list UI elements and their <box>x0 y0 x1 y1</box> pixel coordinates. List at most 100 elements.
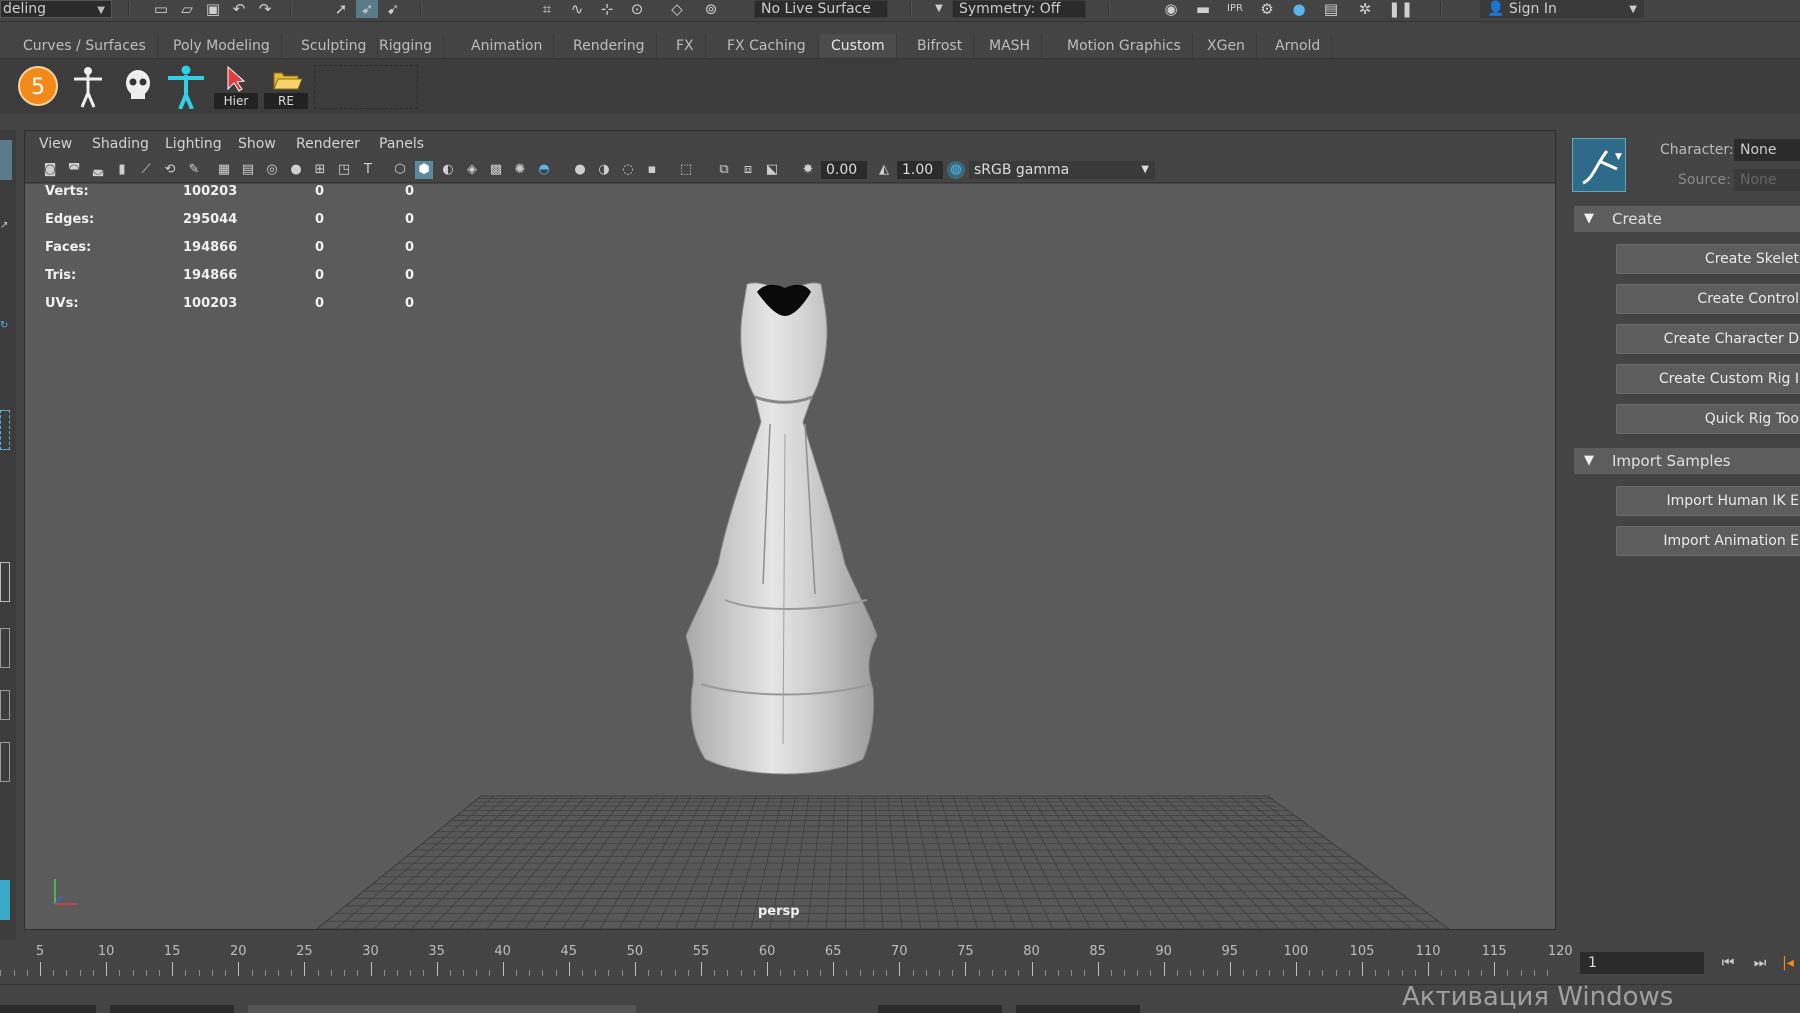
shelf-button-hier[interactable]: Hier <box>214 63 258 109</box>
render-setup-icon[interactable]: ▤ <box>1320 0 1342 18</box>
shelf-tab-xgen[interactable]: XGen <box>1196 34 1257 58</box>
snap-live-icon[interactable]: ⊚ <box>700 0 722 18</box>
camera-attributes-icon[interactable]: ◚ <box>65 161 83 179</box>
textured-icon[interactable]: ▩ <box>487 161 505 179</box>
ipr-render-icon[interactable]: IPR <box>1224 0 1246 18</box>
layout-single-icon[interactable] <box>0 562 10 602</box>
xray-joints-icon[interactable]: ⧈ <box>739 161 757 179</box>
shelf-tab-rendering[interactable]: Rendering <box>562 34 657 58</box>
hik-button-import-animation-e[interactable]: Import Animation E <box>1616 526 1800 556</box>
depth-of-field-icon[interactable]: ▪ <box>643 161 661 179</box>
xray-components-icon[interactable]: ⬕ <box>763 161 781 179</box>
shadows-icon[interactable]: ◓ <box>535 161 553 179</box>
symmetry-field[interactable]: Symmetry: Off <box>952 0 1086 18</box>
select-tool-button[interactable] <box>0 140 12 180</box>
hik-logo-icon[interactable]: ▼ <box>1572 138 1626 192</box>
resolution-gate-icon[interactable]: ◎ <box>263 161 281 179</box>
panel-menu-lighting[interactable]: Lighting <box>165 136 222 152</box>
panel-menu-shading[interactable]: Shading <box>92 136 149 152</box>
isolate-select-icon[interactable]: ⬚ <box>677 161 695 179</box>
chevron-down-icon[interactable]: ▼ <box>928 0 950 18</box>
image-plane-icon[interactable]: ⟋ <box>137 161 155 179</box>
shelf-tab-sculpting[interactable]: Sculpting <box>290 34 379 58</box>
snap-point-icon[interactable]: ⊹ <box>596 0 618 18</box>
hik-button-import-human-ik-e[interactable]: Import Human IK E <box>1616 486 1800 516</box>
dress-model[interactable] <box>685 282 878 775</box>
shelf-button-re[interactable]: RE <box>264 63 308 109</box>
shelf-tab-motion-graphics[interactable]: Motion Graphics <box>1056 34 1193 58</box>
hik-button-create-skelet[interactable]: Create Skelet <box>1616 244 1800 274</box>
exposure-icon[interactable]: ✸ <box>799 161 817 179</box>
start-time-field[interactable] <box>0 1005 96 1013</box>
viewport-persp[interactable]: Verts: 100203 0 0 Edges: 295044 0 0 Faces: 194866… <box>25 184 1555 929</box>
camera-bookmark-icon[interactable]: ◛ <box>89 161 107 179</box>
wireframe-icon[interactable]: ⬡ <box>391 161 409 179</box>
character-dropdown[interactable]: None <box>1734 139 1800 161</box>
safe-action-icon[interactable]: ◳ <box>335 161 353 179</box>
motion-blur-icon[interactable]: ◑ <box>595 161 613 179</box>
shelf-button-skeleton[interactable] <box>66 63 110 109</box>
redo-icon[interactable]: ↷ <box>254 0 276 18</box>
panel-menu-panels[interactable]: Panels <box>379 136 424 152</box>
undo-icon[interactable]: ↶ <box>228 0 250 18</box>
gamma-field[interactable]: 1.00 <box>897 161 943 179</box>
time-slider[interactable]: 5 10 15 20 25 30 35 40 45 50 55 60 65 70 75 80 85 90 95 100… <box>0 940 1573 982</box>
shelf-tab-poly-modeling[interactable]: Poly Modeling <box>162 34 282 58</box>
render-frame-icon[interactable]: ▬ <box>1192 0 1214 18</box>
shelf-tab-animation[interactable]: Animation <box>460 34 555 58</box>
snap-view-plane-icon[interactable]: ◇ <box>666 0 688 18</box>
save-scene-icon[interactable]: ▣ <box>202 0 224 18</box>
panel-menu-view[interactable]: View <box>39 136 72 152</box>
live-surface-field[interactable]: No Live Surface <box>754 0 888 18</box>
panel-menu-show[interactable]: Show <box>238 136 276 152</box>
layout-outliner-icon[interactable] <box>0 742 10 782</box>
shelf-tab-custom[interactable]: Custom <box>820 34 897 58</box>
field-chart-icon[interactable]: ⊞ <box>311 161 329 179</box>
range-bar[interactable] <box>248 1005 636 1013</box>
paint-select-icon[interactable]: ➹ <box>382 0 404 18</box>
grid-toggle-icon[interactable]: ▦ <box>215 161 233 179</box>
hik-button-quick-rig-too[interactable]: Quick Rig Too <box>1616 404 1800 434</box>
gate-mask-icon[interactable]: ● <box>287 161 305 179</box>
shelf-tab-curves-surfaces[interactable]: Curves / Surfaces <box>12 34 158 58</box>
screen-space-ao-icon[interactable]: ● <box>571 161 589 179</box>
snap-curve-icon[interactable]: ∿ <box>566 0 588 18</box>
open-scene-icon[interactable]: ▱ <box>176 0 198 18</box>
snap-grid-icon[interactable]: ⌗ <box>536 0 558 18</box>
playback-end-field[interactable] <box>878 1005 1002 1013</box>
render-view-icon[interactable]: ◉ <box>1160 0 1182 18</box>
shelf-tab-fx-caching[interactable]: FX Caching <box>716 34 818 58</box>
camera-select-icon[interactable]: ◙ <box>41 161 59 179</box>
color-management-icon[interactable]: ◍ <box>947 161 965 179</box>
key-icon[interactable] <box>1160 1005 1200 1013</box>
hik-button-create-control[interactable]: Create Control <box>1616 284 1800 314</box>
scale-tool-icon[interactable] <box>0 410 10 450</box>
layout-split-icon[interactable] <box>0 628 10 668</box>
select-tool-icon[interactable]: ➚ <box>330 0 352 18</box>
section-header-create[interactable]: ▼ Create <box>1574 206 1800 232</box>
shelf-tab-bifrost[interactable]: Bifrost <box>906 34 975 58</box>
shelf-tab-arnold[interactable]: Arnold <box>1264 34 1333 58</box>
panel-menu-renderer[interactable]: Renderer <box>296 136 360 152</box>
source-dropdown[interactable]: None <box>1734 169 1800 191</box>
xray-icon[interactable]: ⧉ <box>715 161 733 179</box>
hik-button-create-custom-rig-i[interactable]: Create Custom Rig I <box>1616 364 1800 394</box>
gamma-icon[interactable]: ◭ <box>875 161 893 179</box>
bookmark-icon[interactable]: ▮ <box>113 161 131 179</box>
step-back-frame-icon[interactable]: |◂ <box>1776 952 1800 974</box>
grease-pencil-icon[interactable]: ✎ <box>185 161 203 179</box>
hypershade-icon[interactable]: ● <box>1288 0 1310 18</box>
shelf-tab-mash[interactable]: MASH <box>978 34 1043 58</box>
anti-aliasing-icon[interactable]: ◌ <box>619 161 637 179</box>
pause-viewport-icon[interactable]: ❚❚ <box>1388 0 1413 18</box>
step-back-key-icon[interactable]: ⏭ <box>1748 952 1772 974</box>
render-settings-icon[interactable]: ⚙ <box>1256 0 1278 18</box>
film-gate-icon[interactable]: ▤ <box>239 161 257 179</box>
two-d-pan-icon[interactable]: ⟲ <box>161 161 179 179</box>
shelf-button-skull[interactable] <box>116 63 160 109</box>
sign-in-dropdown[interactable]: 👤 Sign In ▼ <box>1480 0 1644 18</box>
shelf-button-5[interactable]: 5 <box>16 63 60 109</box>
lasso-select-icon[interactable]: ➶ <box>356 0 378 18</box>
move-tool-icon[interactable]: ↗ <box>0 220 12 234</box>
default-material-icon[interactable]: ◐ <box>439 161 457 179</box>
